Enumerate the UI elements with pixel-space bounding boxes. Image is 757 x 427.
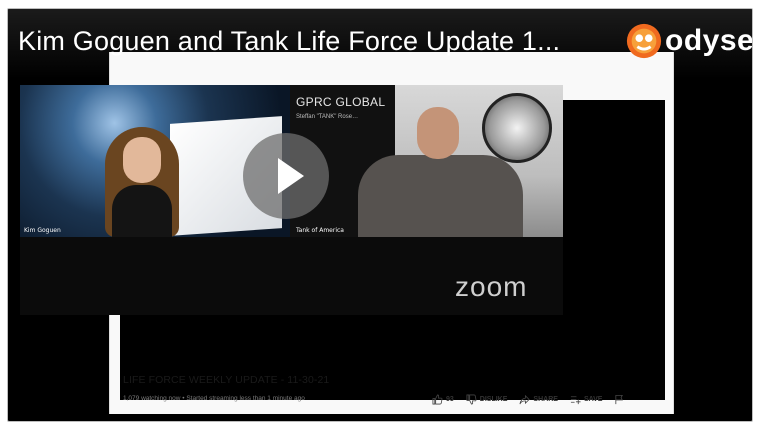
share-icon bbox=[519, 394, 531, 405]
save-label: SAVE bbox=[583, 396, 603, 403]
video-meta: 1,079 watching now • Started streaming l… bbox=[123, 395, 305, 402]
dislike-label: DISLIKE bbox=[479, 396, 508, 403]
participant-name-left: Kim Goguen bbox=[24, 227, 61, 234]
brand[interactable]: odysee bbox=[625, 21, 753, 61]
participant-head bbox=[417, 107, 459, 159]
zoom-logo: zoom bbox=[455, 271, 528, 302]
participant-face bbox=[123, 137, 161, 183]
odysee-logo-icon bbox=[626, 23, 662, 59]
playlist-add-icon bbox=[570, 396, 581, 405]
emblem-icon bbox=[482, 93, 552, 163]
brand-name: odysee bbox=[665, 24, 753, 57]
participant-name-right: Tank of America bbox=[296, 227, 344, 234]
gprc-heading: GPRC GLOBAL bbox=[296, 95, 386, 109]
flag-icon bbox=[615, 394, 624, 405]
like-button[interactable]: 93 bbox=[432, 394, 454, 405]
participant-body bbox=[112, 185, 172, 237]
video-actions: 93 DISLIKE SHARE SAVE bbox=[432, 394, 625, 405]
video-overlay-title[interactable]: Kim Goguen and Tank Life Force Update 1.… bbox=[18, 25, 560, 57]
participant-pane-right: GPRC GLOBAL Steffan "TANK" Rose… Tank of… bbox=[290, 85, 563, 237]
video-frame: Kim Goguen GPRC GLOBAL Steffan "TANK" Ro… bbox=[7, 8, 753, 422]
video-title: LIFE FORCE WEEKLY UPDATE - 11-30-21 bbox=[123, 374, 330, 386]
gprc-subtitle: Steffan "TANK" Rose… bbox=[296, 114, 359, 120]
video-player[interactable]: Kim Goguen GPRC GLOBAL Steffan "TANK" Ro… bbox=[20, 85, 563, 315]
play-icon[interactable] bbox=[243, 133, 329, 219]
save-button[interactable]: SAVE bbox=[570, 394, 603, 405]
like-count: 93 bbox=[446, 396, 454, 403]
share-button[interactable]: SHARE bbox=[519, 394, 558, 405]
thumbs-up-icon bbox=[432, 394, 443, 405]
thumbs-down-icon bbox=[466, 394, 477, 405]
share-label: SHARE bbox=[533, 396, 558, 403]
dislike-button[interactable]: DISLIKE bbox=[466, 394, 508, 405]
report-button[interactable] bbox=[614, 394, 625, 405]
participant-body bbox=[358, 155, 523, 237]
